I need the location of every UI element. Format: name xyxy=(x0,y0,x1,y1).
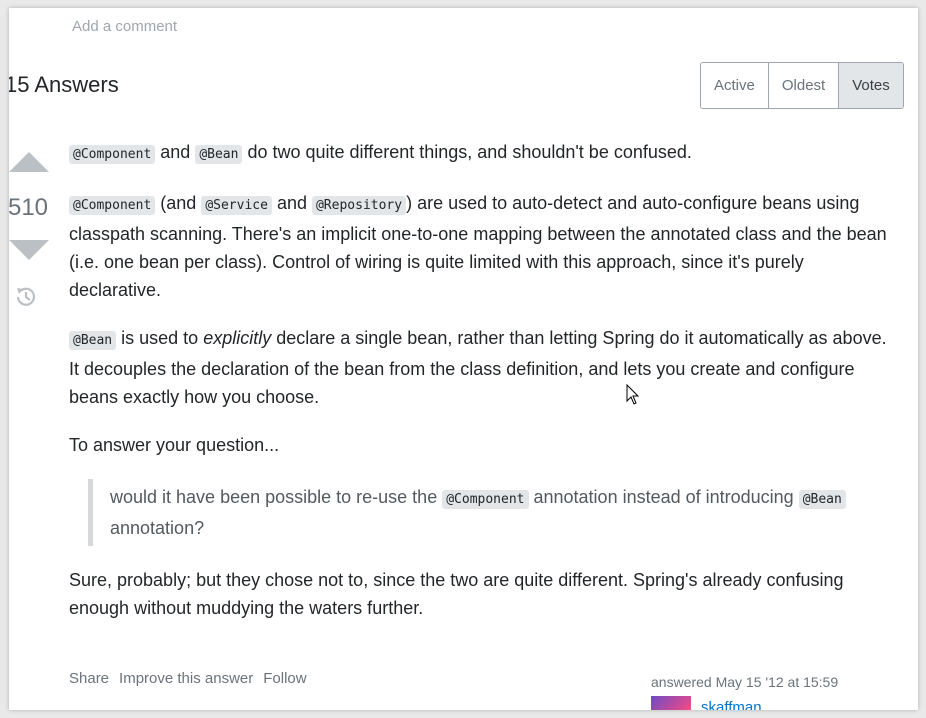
text: would it have been possible to re-use th… xyxy=(110,487,443,507)
sort-votes-button[interactable]: Votes xyxy=(838,63,903,108)
blockquote: would it have been possible to re-use th… xyxy=(88,479,890,546)
add-comment-link[interactable]: Add a comment xyxy=(72,18,177,35)
follow-link[interactable]: Follow xyxy=(263,670,306,687)
paragraph-5: Sure, probably; but they chose not to, s… xyxy=(69,570,844,618)
text: annotation instead of introducing xyxy=(528,487,799,507)
author-name-link[interactable]: skaffman xyxy=(701,699,762,710)
text: annotation? xyxy=(110,518,205,538)
inline-code: @Component xyxy=(69,196,156,215)
paragraph-3: @Bean is used to explicitly declare a si… xyxy=(69,324,899,411)
sort-oldest-button[interactable]: Oldest xyxy=(767,63,839,108)
post-menu: Share Improve this answer Follow xyxy=(69,670,307,687)
history-icon[interactable] xyxy=(13,284,39,315)
answers-heading: 15 Answers xyxy=(9,72,119,97)
inline-code: @Component xyxy=(69,145,156,164)
inline-code: @Bean xyxy=(69,331,117,350)
paragraph-2: @Component (and @Service and @Repository… xyxy=(69,189,899,304)
vote-count: 510 xyxy=(9,194,49,221)
mouse-pointer-icon xyxy=(626,383,640,411)
paragraph-4: To answer your question... xyxy=(69,435,280,455)
vote-down-arrow-icon[interactable] xyxy=(9,240,49,267)
inline-code: @Bean xyxy=(195,145,243,164)
share-link[interactable]: Share xyxy=(69,670,109,687)
text: do two quite different things, and shoul… xyxy=(242,142,692,162)
inline-code: @Service xyxy=(201,196,272,215)
answer-body: @Component and @Bean do two quite differ… xyxy=(69,138,899,642)
inline-code: @Repository xyxy=(311,196,407,215)
sort-tabs: Active Oldest Votes xyxy=(700,62,904,109)
paragraph-1: @Component and @Bean do two quite differ… xyxy=(69,138,899,169)
sort-active-button[interactable]: Active xyxy=(701,63,768,108)
avatar[interactable] xyxy=(651,696,691,710)
vote-up-arrow-icon[interactable] xyxy=(9,150,49,177)
improve-answer-link[interactable]: Improve this answer xyxy=(119,670,253,687)
inline-code: @Bean xyxy=(798,490,846,509)
answer-panel: Add a comment 15 Answers Active Oldest V… xyxy=(9,8,918,710)
text: (and xyxy=(155,193,202,213)
text: and xyxy=(155,142,196,162)
text: is used to xyxy=(116,328,204,348)
emphasis: explicitly xyxy=(203,328,272,348)
inline-code: @Component xyxy=(442,490,529,509)
answered-timestamp: answered May 15 '12 at 15:59 xyxy=(651,674,839,690)
text: and xyxy=(271,193,312,213)
